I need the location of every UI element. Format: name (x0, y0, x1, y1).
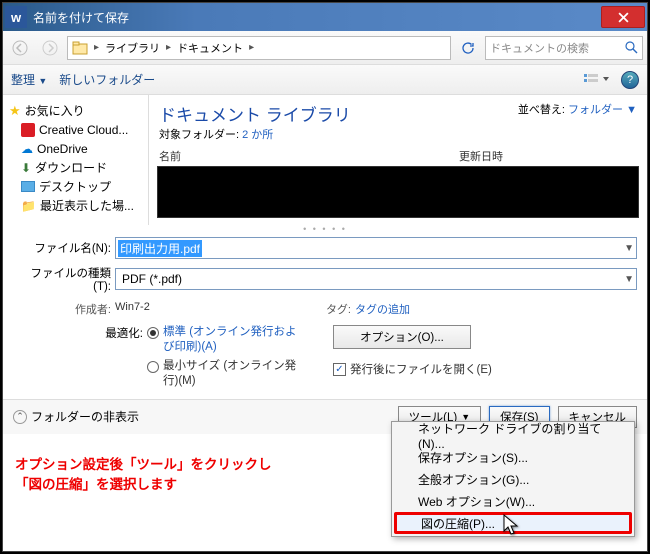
filetype-label: ファイルの種類(T): (13, 265, 115, 293)
col-name[interactable]: 名前 (159, 148, 459, 164)
chevron-up-icon: ⌃ (13, 410, 27, 424)
optimize-area: 最適化: 標準 (オンライン発行および印刷)(A) 最小サイズ (オンライン発行… (3, 325, 647, 399)
window-title: 名前を付けて保存 (33, 9, 601, 26)
file-list[interactable] (157, 166, 639, 218)
organize-menu[interactable]: 整理 ▼ (11, 71, 47, 88)
breadcrumb[interactable]: ▸ ライブラリ ▸ ドキュメント ▸ (67, 36, 451, 60)
filename-value: 印刷出力用.pdf (118, 240, 202, 257)
menu-item-compress-pictures[interactable]: 図の圧縮(P)... (394, 512, 632, 534)
nav-row: ▸ ライブラリ ▸ ドキュメント ▸ ドキュメントの検索 (3, 31, 647, 65)
sort-controls: 並べ替え: フォルダー ▼ (518, 101, 637, 117)
back-button[interactable] (7, 35, 33, 61)
creative-cloud-icon (21, 123, 35, 137)
view-menu-icon[interactable] (583, 72, 609, 88)
toolbar: 整理 ▼ 新しいフォルダー ? (3, 65, 647, 95)
menu-item-general-options[interactable]: 全般オプション(G)... (394, 468, 632, 490)
main-panel: ドキュメント ライブラリ 対象フォルダー: 2 か所 並べ替え: フォルダー ▼… (148, 95, 647, 225)
dropdown-icon[interactable]: ▼ (624, 243, 634, 254)
tools-dropdown-menu: ネットワーク ドライブの割り当て(N)... 保存オプション(S)... 全般オ… (391, 421, 635, 537)
library-subtitle: 対象フォルダー: 2 か所 (159, 126, 637, 142)
chevron-right-icon: ▸ (92, 42, 101, 53)
dropdown-icon[interactable]: ▼ (624, 274, 634, 285)
search-icon (625, 41, 638, 54)
optimize-label: 最適化: (93, 325, 143, 341)
library-locations-link[interactable]: 2 か所 (242, 129, 273, 141)
filetype-value: PDF (*.pdf) (118, 272, 186, 286)
desktop-icon (21, 181, 35, 192)
recent-icon: 📁 (21, 199, 36, 213)
filetype-select[interactable]: PDF (*.pdf) ▼ (115, 268, 637, 290)
form-area: ファイル名(N): 印刷出力用.pdf ▼ ファイルの種類(T): PDF (*… (3, 233, 647, 325)
app-icon: w (5, 6, 27, 28)
splitter[interactable]: • • • • • (3, 225, 647, 233)
sidebar: ★お気に入り Creative Cloud... ☁OneDrive ⬇ダウンロ… (3, 95, 148, 225)
filename-label: ファイル名(N): (13, 240, 115, 256)
radio-minimum[interactable] (147, 361, 159, 373)
search-input[interactable]: ドキュメントの検索 (485, 36, 643, 60)
menu-item-web-options[interactable]: Web オプション(W)... (394, 490, 632, 512)
sidebar-item[interactable]: ⬇ダウンロード (3, 158, 148, 177)
col-date[interactable]: 更新日時 (459, 148, 503, 164)
radio-standard-label[interactable]: 標準 (オンライン発行および印刷)(A) (163, 325, 303, 355)
breadcrumb-part[interactable]: ライブラリ (101, 37, 164, 59)
tags-link[interactable]: タグの追加 (355, 301, 410, 317)
new-folder-button[interactable]: 新しいフォルダー (59, 71, 155, 88)
chevron-right-icon: ▸ (164, 42, 173, 53)
sidebar-item[interactable]: 📁最近表示した場... (3, 196, 148, 215)
breadcrumb-part[interactable]: ドキュメント (173, 37, 247, 59)
help-button[interactable]: ? (621, 71, 639, 89)
radio-standard[interactable] (147, 327, 159, 339)
forward-button[interactable] (37, 35, 63, 61)
body: ★お気に入り Creative Cloud... ☁OneDrive ⬇ダウンロ… (3, 95, 647, 225)
refresh-button[interactable] (455, 35, 481, 61)
hide-folders-toggle[interactable]: ⌃ フォルダーの非表示 (13, 408, 139, 425)
close-button[interactable] (601, 6, 645, 28)
download-icon: ⬇ (21, 161, 31, 175)
sidebar-favorites[interactable]: ★お気に入り (3, 101, 148, 120)
author-value[interactable]: Win7-2 (115, 301, 315, 317)
filename-input[interactable]: 印刷出力用.pdf ▼ (115, 237, 637, 259)
chevron-right-icon: ▸ (247, 42, 256, 53)
search-placeholder: ドキュメントの検索 (490, 40, 589, 56)
menu-item-network-drive[interactable]: ネットワーク ドライブの割り当て(N)... (394, 424, 632, 446)
author-label: 作成者: (13, 301, 115, 317)
folder-icon (70, 38, 90, 58)
star-icon: ★ (9, 103, 21, 119)
column-headers: 名前 更新日時 (149, 144, 647, 166)
sidebar-item[interactable]: ☁OneDrive (3, 139, 148, 158)
sort-link[interactable]: フォルダー ▼ (568, 104, 637, 116)
annotation-text: オプション設定後「ツール」をクリックし 「図の圧縮」を選択します (15, 455, 272, 496)
radio-minimum-label[interactable]: 最小サイズ (オンライン発行)(M) (163, 359, 303, 389)
close-icon (618, 12, 629, 23)
onedrive-icon: ☁ (21, 142, 33, 156)
options-button[interactable]: オプション(O)... (333, 325, 471, 349)
sidebar-item[interactable]: Creative Cloud... (3, 120, 148, 139)
open-after-checkbox[interactable]: ✓ (333, 363, 346, 376)
tags-label: タグ: (315, 301, 355, 317)
titlebar: w 名前を付けて保存 (3, 3, 647, 31)
open-after-label[interactable]: 発行後にファイルを開く(E) (350, 363, 492, 378)
sidebar-item[interactable]: デスクトップ (3, 177, 148, 196)
